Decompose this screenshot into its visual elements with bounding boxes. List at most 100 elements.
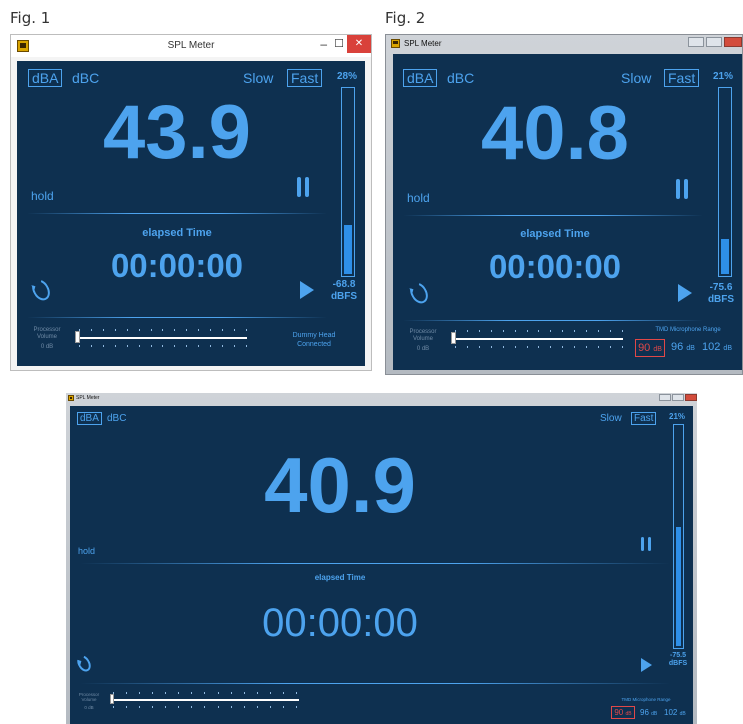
- dbfs-unit: dBFS: [707, 293, 735, 305]
- fig2-meter-panel: dBA dBC Slow Fast 21% 40.8 hold elapsed …: [393, 54, 742, 370]
- fast-button[interactable]: Fast: [287, 69, 323, 87]
- maximize-button[interactable]: [672, 394, 684, 401]
- dbc-button[interactable]: dBC: [107, 413, 126, 424]
- level-meter-bar: [341, 87, 355, 277]
- range-90-button[interactable]: 90 dB: [635, 339, 665, 357]
- dbc-button[interactable]: dBC: [447, 70, 474, 86]
- hold-label[interactable]: hold: [31, 189, 54, 203]
- volume-ticks-top: [455, 330, 623, 332]
- fig2-titlebar: SPL Meter: [386, 35, 742, 51]
- volume-text: Volume: [412, 336, 433, 343]
- close-button[interactable]: [724, 37, 742, 47]
- range-90-button[interactable]: 90 dB: [611, 706, 635, 719]
- range-unit: dB: [679, 711, 686, 717]
- dbfs-value: -75.5: [670, 652, 686, 659]
- volume-slider-thumb[interactable]: [110, 694, 114, 704]
- window-title: SPL Meter: [404, 38, 442, 48]
- volume-db-text: 0 dB: [40, 344, 54, 351]
- app-logo-icon: [391, 38, 400, 48]
- range-unit: dB: [625, 711, 632, 717]
- elapsed-time-label: elapsed Time: [520, 228, 590, 240]
- close-button[interactable]: [685, 394, 697, 401]
- close-button[interactable]: ✕: [347, 35, 371, 53]
- volume-ticks-bottom: [455, 346, 623, 348]
- fig3-meter-panel: dBA dBC Slow Fast 21% 40.9 hold elapsed …: [70, 406, 693, 724]
- elapsed-time-label: elapsed Time: [142, 227, 212, 239]
- processor-text: Processor: [409, 329, 437, 335]
- fig2-window: SPL Meter dBA dBC Slow Fast 21% 40.8 hol…: [385, 34, 743, 375]
- pause-icon[interactable]: [297, 177, 309, 197]
- range-value: 102: [664, 708, 678, 717]
- status-line-2: Connected: [297, 341, 331, 349]
- elapsed-time-label: elapsed Time: [314, 573, 366, 582]
- divider-bottom: [403, 320, 703, 321]
- fig1-window: SPL Meter – ☐ ✕ dBA dBC Slow Fast 28% 43…: [10, 34, 372, 371]
- status-line-1: Dummy Head: [292, 332, 336, 339]
- volume-text: Volume: [36, 334, 57, 341]
- mic-range-label: TMD Microphone Range: [655, 327, 721, 333]
- divider-bottom: [80, 683, 670, 684]
- fig1-titlebar: SPL Meter – ☐ ✕: [11, 35, 371, 57]
- play-icon[interactable]: [300, 281, 314, 299]
- range-value: 90: [638, 342, 651, 354]
- fig3-titlebar: SPL Meter: [66, 393, 697, 403]
- volume-slider-track[interactable]: [111, 699, 299, 701]
- processor-volume-label: Processor Volume 0 dB: [27, 327, 67, 352]
- slow-button[interactable]: Slow: [243, 70, 273, 86]
- range-102-button[interactable]: 102 dB: [702, 341, 732, 353]
- slow-button[interactable]: Slow: [621, 70, 651, 86]
- slow-button[interactable]: Slow: [600, 413, 622, 424]
- pause-icon[interactable]: [641, 537, 651, 551]
- device-status: Dummy Head Connected: [279, 331, 349, 350]
- volume-ticks-top: [79, 329, 247, 331]
- dba-button[interactable]: dBA: [28, 69, 63, 87]
- mic-range-label: TMD Microphone Range: [621, 697, 671, 702]
- hold-label[interactable]: hold: [407, 191, 430, 205]
- maximize-button[interactable]: ☐: [334, 37, 344, 50]
- level-meter-fill: [721, 238, 729, 274]
- volume-slider-track[interactable]: [77, 337, 247, 339]
- dbfs-value: -75.6: [709, 282, 733, 293]
- reset-icon[interactable]: [406, 279, 432, 307]
- fast-button[interactable]: Fast: [664, 69, 700, 87]
- dbfs-value: -68.8: [332, 279, 356, 290]
- pause-icon[interactable]: [676, 179, 688, 199]
- dbc-button[interactable]: dBC: [72, 70, 99, 86]
- range-96-button[interactable]: 96 dB: [640, 708, 657, 717]
- reset-icon[interactable]: [74, 653, 94, 674]
- window-title: SPL Meter: [76, 395, 100, 401]
- dbfs-readout: -75.6 dBFS: [700, 282, 742, 305]
- dbfs-readout: -68.8 dBFS: [323, 279, 365, 302]
- range-96-button[interactable]: 96 dB: [671, 341, 695, 353]
- level-meter-fill: [676, 527, 681, 646]
- minimize-button[interactable]: [659, 394, 671, 401]
- hold-label[interactable]: hold: [78, 546, 95, 556]
- dba-button[interactable]: dBA: [403, 69, 438, 87]
- volume-slider-thumb[interactable]: [451, 332, 456, 344]
- fig1-meter-panel: dBA dBC Slow Fast 28% 43.9 hold elapsed …: [17, 61, 365, 366]
- reset-icon[interactable]: [28, 276, 54, 304]
- play-icon[interactable]: [641, 658, 652, 672]
- volume-db-text: 0 dB: [416, 346, 430, 353]
- volume-ticks-bottom: [79, 345, 247, 347]
- dba-button[interactable]: dBA: [77, 412, 102, 425]
- range-unit: dB: [686, 345, 695, 352]
- range-unit: dB: [723, 345, 732, 352]
- fig1-caption: Fig. 1: [10, 9, 51, 27]
- volume-slider-thumb[interactable]: [75, 331, 80, 343]
- volume-slider-track[interactable]: [453, 338, 623, 340]
- range-102-button[interactable]: 102 dB: [664, 708, 686, 717]
- fig2-caption: Fig. 2: [385, 9, 426, 27]
- range-value: 96: [640, 708, 649, 717]
- processor-volume-label: Processor Volume 0 dB: [403, 329, 443, 354]
- minimize-button[interactable]: [688, 37, 704, 47]
- volume-db-text: 0 dB: [84, 704, 94, 710]
- volume-ticks-top: [113, 692, 297, 694]
- minimize-button[interactable]: –: [320, 37, 327, 51]
- window-title: SPL Meter: [167, 40, 215, 51]
- meter-percent: 28%: [337, 71, 358, 82]
- range-unit: dB: [653, 346, 662, 353]
- fast-button[interactable]: Fast: [631, 412, 657, 425]
- play-icon[interactable]: [678, 284, 692, 302]
- maximize-button[interactable]: [706, 37, 722, 47]
